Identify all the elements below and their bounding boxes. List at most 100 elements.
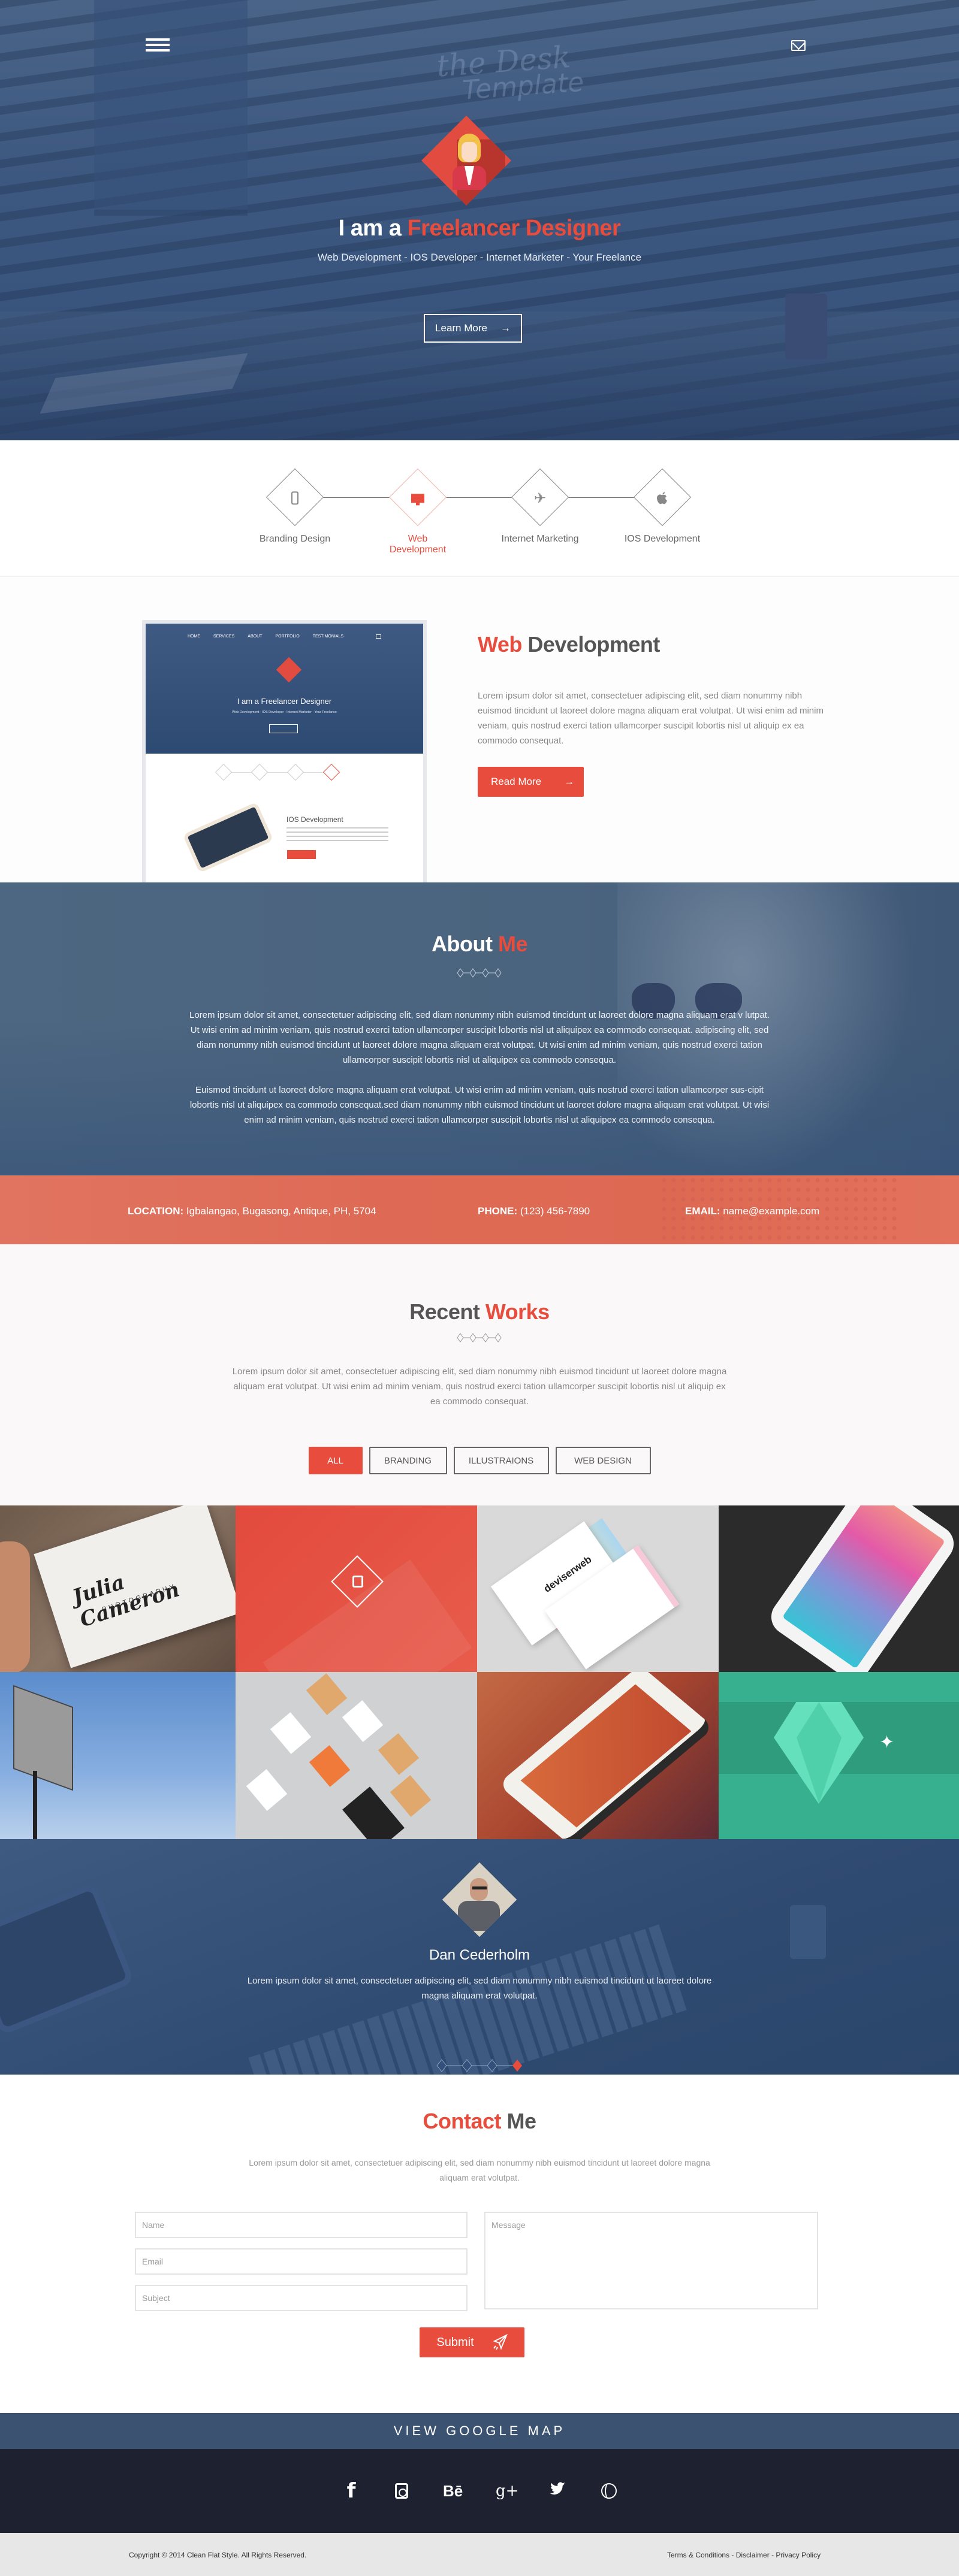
portfolio-tile-iphone[interactable] bbox=[477, 1672, 719, 1839]
hero-bg-mug bbox=[785, 294, 827, 359]
hero-bg-monitor bbox=[94, 0, 248, 216]
mockup-envelope-icon bbox=[376, 634, 381, 639]
contact-info-strip: LOCATION: Igbalangao, Bugasong, Antique,… bbox=[0, 1175, 959, 1244]
twitter-icon[interactable] bbox=[548, 2482, 566, 2500]
envelope-icon[interactable] bbox=[791, 40, 806, 51]
contact-body: Lorem ipsum dolor sit amet, consectetuer… bbox=[249, 2158, 710, 2182]
slide-dot-4-active[interactable] bbox=[512, 2060, 522, 2072]
smartphone-icon bbox=[291, 491, 298, 505]
monitor-icon bbox=[411, 493, 424, 503]
filter-branding[interactable]: BRANDING bbox=[369, 1447, 447, 1474]
portfolio-tile-stationery[interactable] bbox=[236, 1672, 477, 1839]
testimonial-avatar bbox=[442, 1862, 517, 1937]
instagram-icon[interactable] bbox=[395, 2483, 408, 2499]
terms-link[interactable]: Terms & Conditions bbox=[667, 2551, 729, 2559]
submit-button[interactable]: Submit bbox=[420, 2327, 524, 2357]
works-title-b: Works bbox=[485, 1299, 550, 1324]
arrow-right-icon: → bbox=[500, 322, 511, 334]
read-more-label: Read More bbox=[491, 776, 542, 787]
works-title-a: Recent bbox=[409, 1299, 485, 1324]
submit-label: Submit bbox=[436, 2335, 474, 2349]
location-info: LOCATION: Igbalangao, Bugasong, Antique,… bbox=[128, 1205, 376, 1217]
dribbble-icon[interactable] bbox=[601, 2483, 617, 2499]
message-field[interactable] bbox=[484, 2212, 818, 2309]
about-paragraph-1: Lorem ipsum dolor sit amet, consectetuer… bbox=[189, 1010, 770, 1065]
email-field[interactable] bbox=[135, 2248, 468, 2275]
webdev-title-rest: Development bbox=[521, 632, 660, 657]
email-label: EMAIL: bbox=[685, 1205, 720, 1217]
subject-field[interactable] bbox=[135, 2285, 468, 2311]
mockup-read-more bbox=[287, 850, 316, 859]
learn-more-label: Learn More bbox=[435, 322, 487, 334]
web-development-section: HOME SERVICES ABOUT PORTFOLIO TESTIMONIALS I… bbox=[0, 577, 959, 882]
filter-all[interactable]: ALL bbox=[308, 1447, 363, 1474]
behance-icon[interactable]: Bē bbox=[443, 2482, 463, 2500]
email-value[interactable]: name@example.com bbox=[720, 1205, 819, 1217]
read-more-button[interactable]: Read More → bbox=[478, 767, 584, 797]
hamburger-menu-icon[interactable] bbox=[146, 38, 170, 52]
service-web-development[interactable]: Web Development bbox=[379, 468, 457, 555]
website-mockup-image: HOME SERVICES ABOUT PORTFOLIO TESTIMONIALS I… bbox=[142, 620, 427, 882]
works-title: Recent Works bbox=[0, 1299, 959, 1325]
portfolio-tile-recipes[interactable] bbox=[236, 1505, 477, 1672]
contact-title-a: Contact bbox=[423, 2109, 501, 2133]
hero-watermark: the Desk Template bbox=[436, 40, 585, 106]
google-plus-icon[interactable]: g+ bbox=[496, 2482, 518, 2500]
privacy-policy-link[interactable]: Privacy Policy bbox=[776, 2551, 821, 2559]
portfolio-tile-diamond[interactable]: ✦ bbox=[719, 1672, 959, 1839]
mockup-heading: IOS Development bbox=[287, 815, 343, 824]
mockup-phone bbox=[182, 802, 274, 873]
testimonial-name: Dan Cederholm bbox=[429, 1947, 530, 1963]
service-label: IOS Development bbox=[624, 534, 701, 544]
facebook-icon[interactable]: f bbox=[342, 2481, 360, 2501]
webdev-body: Lorem ipsum dolor sit amet, consectetuer… bbox=[478, 691, 824, 746]
service-branding-design[interactable]: Branding Design bbox=[256, 468, 334, 545]
portfolio-tile-deviserweb-cards[interactable]: deviserweb bbox=[477, 1505, 719, 1672]
hero-subtitle: Web Development - IOS Developer - Intern… bbox=[317, 252, 642, 263]
about-title: About Me bbox=[0, 932, 959, 957]
location-label: LOCATION: bbox=[128, 1205, 184, 1217]
view-google-map-button[interactable]: VIEW GOOGLE MAP bbox=[0, 2413, 959, 2449]
services-connector-line bbox=[291, 497, 668, 498]
service-label: Internet Marketing bbox=[501, 534, 579, 544]
services-section: Branding Design Web Development ✈ Intern… bbox=[0, 440, 959, 577]
disclaimer-link[interactable]: Disclaimer bbox=[736, 2551, 770, 2559]
contact-section: Contact Me Lorem ipsum dolor sit amet, c… bbox=[0, 2075, 959, 2413]
filter-web-design[interactable]: WEB DESIGN bbox=[555, 1447, 651, 1474]
paper-plane-icon bbox=[493, 2334, 508, 2350]
social-links: f Bē g+ bbox=[0, 2449, 959, 2533]
testimonial-section: Dan Cederholm Lorem ipsum dolor sit amet… bbox=[0, 1839, 959, 2075]
name-field[interactable] bbox=[135, 2212, 468, 2238]
service-ios-development[interactable]: IOS Development bbox=[623, 468, 701, 545]
diamond-divider bbox=[457, 1333, 502, 1343]
contact-title: Contact Me bbox=[0, 2109, 959, 2134]
mockup-button bbox=[269, 724, 298, 733]
filter-illustrations[interactable]: ILLUSTRAIONS bbox=[453, 1447, 549, 1474]
footer-links: Terms & Conditions - Disclaimer - Privac… bbox=[667, 2551, 821, 2559]
service-internet-marketing[interactable]: ✈ Internet Marketing bbox=[501, 468, 579, 545]
about-section: About Me Lorem ipsum dolor sit amet, con… bbox=[0, 882, 959, 1175]
location-value: Igbalangao, Bugasong, Antique, PH, 5704 bbox=[183, 1205, 376, 1217]
diamond-divider bbox=[457, 968, 502, 978]
portfolio-tile-business-card[interactable]: Julia Cameron PHOTOGRAPHY bbox=[0, 1505, 236, 1672]
slide-dot-2[interactable] bbox=[462, 2059, 472, 2072]
link-separator: - bbox=[729, 2551, 736, 2559]
email-info: EMAIL: name@example.com bbox=[685, 1205, 819, 1217]
webdev-title-highlight: Web bbox=[478, 632, 522, 657]
mockup-subtitle: Web Development - IOS Developer - Intern… bbox=[232, 710, 337, 714]
slide-dot-3[interactable] bbox=[487, 2059, 497, 2072]
portfolio-tile-dashboard-phone[interactable] bbox=[719, 1505, 959, 1672]
works-body: Lorem ipsum dolor sit amet, consectetuer… bbox=[232, 1366, 727, 1407]
portfolio-tile-billboard[interactable] bbox=[0, 1672, 236, 1839]
slide-dot-1[interactable] bbox=[436, 2059, 447, 2072]
contact-title-b: Me bbox=[500, 2109, 536, 2133]
map-label: VIEW GOOGLE MAP bbox=[393, 2423, 566, 2438]
link-separator: - bbox=[769, 2551, 776, 2559]
about-paragraph-2: Euismod tincidunt ut laoreet dolore magn… bbox=[189, 1085, 770, 1125]
testimonial-quote: Lorem ipsum dolor sit amet, consectetuer… bbox=[247, 1976, 712, 2001]
mockup-services bbox=[215, 763, 361, 784]
portfolio-filters: ALL BRANDING ILLUSTRAIONS WEB DESIGN bbox=[0, 1447, 959, 1474]
portfolio-grid: Julia Cameron PHOTOGRAPHY deviserweb ✦ bbox=[0, 1505, 959, 1839]
hero-title-highlight: Freelancer Designer bbox=[407, 216, 621, 241]
learn-more-button[interactable]: Learn More → bbox=[424, 314, 522, 343]
